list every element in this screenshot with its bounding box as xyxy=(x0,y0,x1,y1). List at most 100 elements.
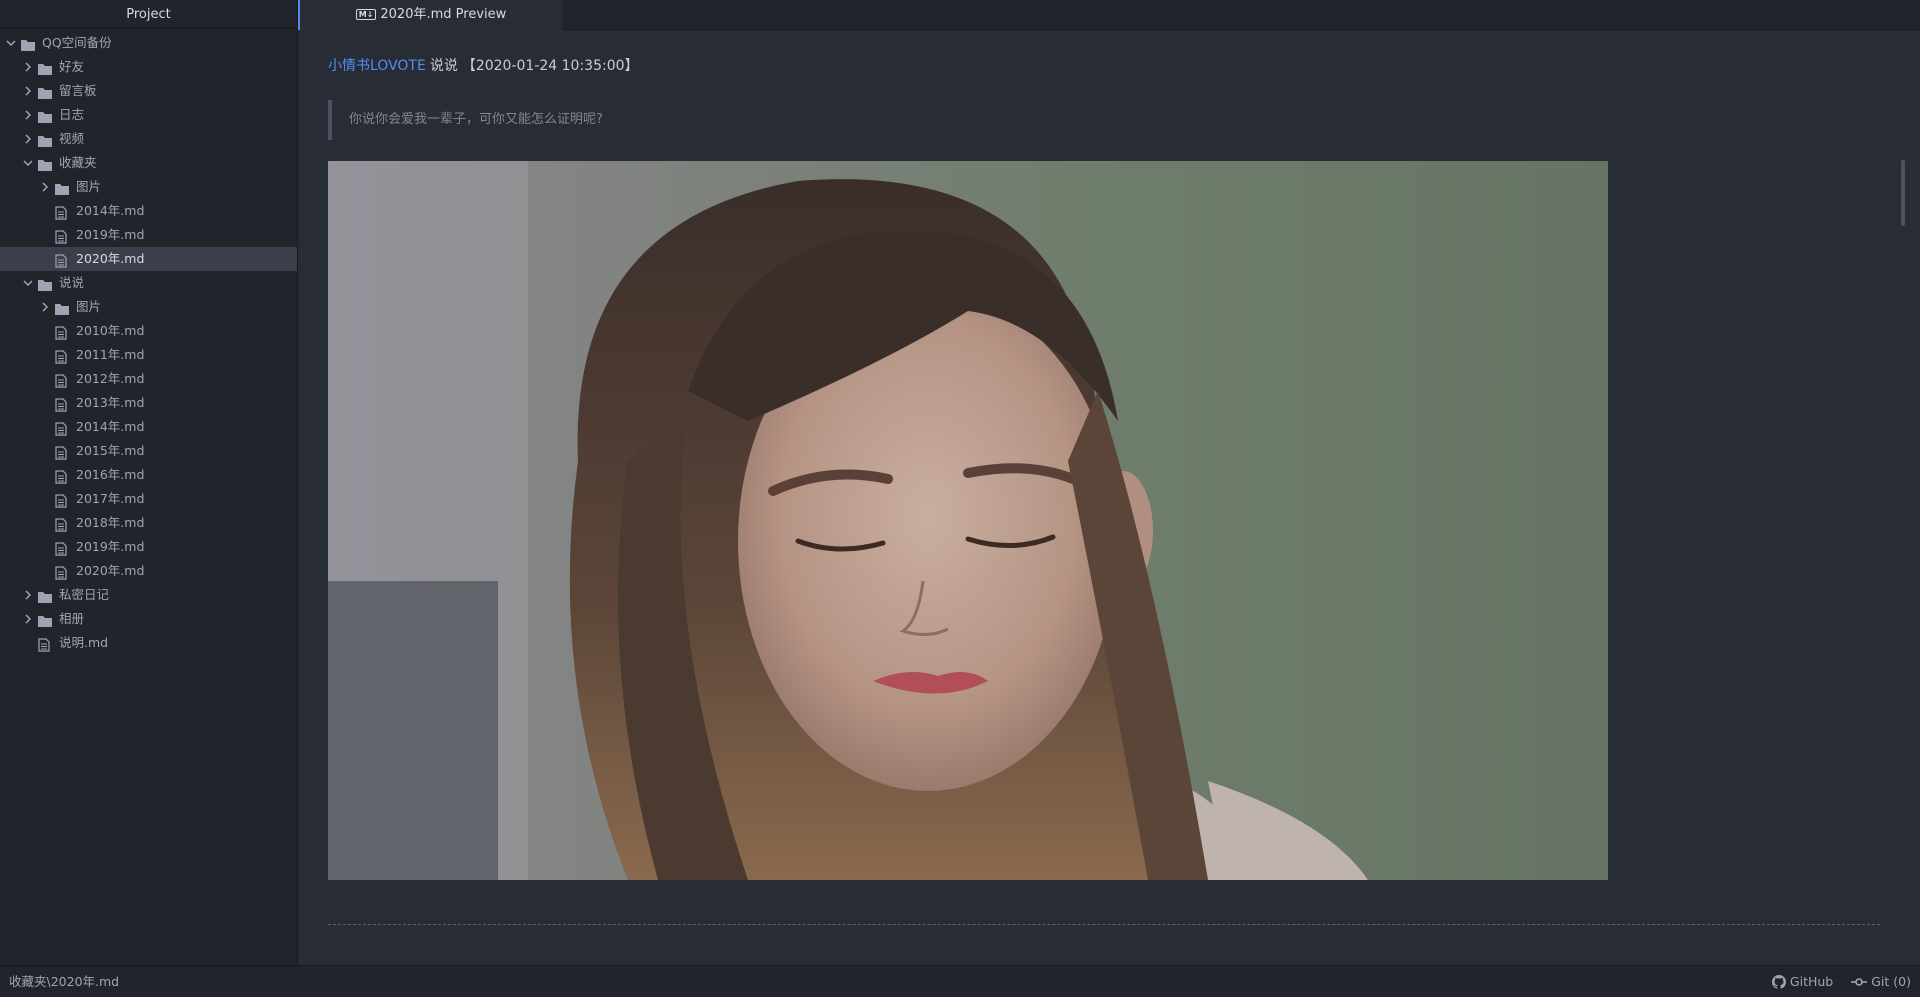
folder-icon xyxy=(20,36,36,51)
file-text-icon xyxy=(54,516,70,532)
file-text-icon xyxy=(54,444,70,460)
folder-icon xyxy=(54,300,70,315)
tree-item-label: 日志 xyxy=(59,107,85,122)
tree-item-label: 图片 xyxy=(76,299,102,314)
tree-item-label: 相册 xyxy=(59,611,85,626)
tree-item-label: 2014年.md xyxy=(76,419,145,434)
post-header: 小情书LOVOTE 说说 【2020-01-24 10:35:00】 xyxy=(328,55,639,75)
tab-preview[interactable]: M↓ 2020年.md Preview xyxy=(298,0,562,30)
file-tree: QQ空间备份好友留言板日志视频收藏夹图片 2014年.md 2019年.md 2020… xyxy=(0,29,297,655)
tree-item-label: 好友 xyxy=(59,59,85,74)
folder-icon xyxy=(37,84,53,99)
status-file-path[interactable]: 收藏夹\2020年.md xyxy=(9,966,119,997)
file-text-icon xyxy=(54,228,70,244)
tree-folder[interactable]: 相册 xyxy=(0,607,297,631)
chevron-right-icon[interactable] xyxy=(21,103,35,127)
post-timestamp: 【2020-01-24 10:35:00】 xyxy=(461,58,639,74)
chevron-right-icon[interactable] xyxy=(38,295,52,319)
tree-item-label: 2012年.md xyxy=(76,371,145,386)
tree-folder[interactable]: 图片 xyxy=(0,295,297,319)
tree-folder[interactable]: 私密日记 xyxy=(0,583,297,607)
tree-file[interactable]: 2018年.md xyxy=(0,511,297,535)
tree-item-label: 视频 xyxy=(59,131,85,146)
tree-file[interactable]: 2014年.md xyxy=(0,199,297,223)
status-bar: 收藏夹\2020年.md GitHub Git (0) xyxy=(0,965,1920,997)
file-text-icon xyxy=(54,540,70,556)
quote-text: 你说你会爱我一辈子，可你又能怎么证明呢? xyxy=(349,112,603,127)
tree-item-label: 2018年.md xyxy=(76,515,145,530)
tree-item-label: 留言板 xyxy=(59,83,97,98)
tree-item-label: 2019年.md xyxy=(76,227,145,242)
tree-file[interactable]: 2019年.md xyxy=(0,535,297,559)
tree-item-label: 说说 xyxy=(59,275,85,290)
chevron-right-icon[interactable] xyxy=(21,607,35,631)
folder-icon xyxy=(37,108,53,123)
tree-file[interactable]: 2012年.md xyxy=(0,367,297,391)
chevron-down-icon[interactable] xyxy=(21,271,35,295)
chevron-right-icon[interactable] xyxy=(21,79,35,103)
tree-item-label: 2020年.md xyxy=(76,563,145,578)
file-text-icon xyxy=(54,348,70,364)
tree-folder[interactable]: QQ空间备份 xyxy=(0,31,297,55)
chevron-right-icon[interactable] xyxy=(21,55,35,79)
tree-file[interactable]: 2014年.md xyxy=(0,415,297,439)
tree-item-label: 2011年.md xyxy=(76,347,145,362)
tree-file[interactable]: 2016年.md xyxy=(0,463,297,487)
file-text-icon xyxy=(54,204,70,220)
folder-icon xyxy=(37,60,53,75)
tree-file[interactable]: 2015年.md xyxy=(0,439,297,463)
chevron-down-icon[interactable] xyxy=(4,31,18,55)
git-button[interactable]: Git (0) xyxy=(1851,966,1911,997)
file-text-icon xyxy=(37,636,53,652)
tree-item-label: 2017年.md xyxy=(76,491,145,506)
tree-item-label: 私密日记 xyxy=(59,587,110,602)
folder-icon xyxy=(54,180,70,195)
tree-folder[interactable]: 好友 xyxy=(0,55,297,79)
github-icon xyxy=(1771,974,1786,989)
tree-file[interactable]: 2020年.md xyxy=(0,247,297,271)
tree-file[interactable]: 2017年.md xyxy=(0,487,297,511)
tree-folder[interactable]: 说说 xyxy=(0,271,297,295)
project-sidebar: Project QQ空间备份 好友 留言板 日志 视频 收藏夹 图片 2014年.md 2019… xyxy=(0,0,298,965)
tree-file[interactable]: 2010年.md xyxy=(0,319,297,343)
author-link[interactable]: 小情书LOVOTE xyxy=(328,58,426,74)
tree-item-label: 2019年.md xyxy=(76,539,145,554)
tab-title: 2020年.md Preview xyxy=(380,7,507,22)
git-commit-icon xyxy=(1851,977,1868,986)
tree-item-label: QQ空间备份 xyxy=(42,35,112,50)
vertical-scrollbar[interactable] xyxy=(1896,30,1908,965)
tree-item-label: 2014年.md xyxy=(76,203,145,218)
tree-file[interactable]: 2020年.md xyxy=(0,559,297,583)
tree-item-label: 2016年.md xyxy=(76,467,145,482)
tree-item-label: 说明.md xyxy=(59,635,109,650)
chevron-down-icon[interactable] xyxy=(21,151,35,175)
tree-file[interactable]: 2013年.md xyxy=(0,391,297,415)
chevron-right-icon[interactable] xyxy=(21,127,35,151)
folder-icon xyxy=(37,132,53,147)
tab-bar: M↓ 2020年.md Preview xyxy=(298,0,1920,30)
file-text-icon xyxy=(54,468,70,484)
horizontal-rule xyxy=(328,924,1880,925)
chevron-right-icon[interactable] xyxy=(38,175,52,199)
markdown-preview: 小情书LOVOTE 说说 【2020-01-24 10:35:00】 你说你会爱我一… xyxy=(298,30,1908,965)
file-text-icon xyxy=(54,324,70,340)
file-text-icon xyxy=(54,492,70,508)
tree-folder[interactable]: 收藏夹 xyxy=(0,151,297,175)
tree-file[interactable]: 说明.md xyxy=(0,631,297,655)
tree-item-label: 图片 xyxy=(76,179,102,194)
tree-folder[interactable]: 留言板 xyxy=(0,79,297,103)
tree-item-label: 2020年.md xyxy=(76,251,145,266)
file-text-icon xyxy=(54,252,70,268)
folder-icon xyxy=(37,156,53,171)
folder-icon xyxy=(37,276,53,291)
github-button[interactable]: GitHub xyxy=(1771,966,1833,997)
tree-folder[interactable]: 图片 xyxy=(0,175,297,199)
chevron-right-icon[interactable] xyxy=(21,583,35,607)
tree-file[interactable]: 2019年.md xyxy=(0,223,297,247)
scrollbar-thumb[interactable] xyxy=(1901,160,1905,226)
tree-item-label: 2013年.md xyxy=(76,395,145,410)
post-type: 说说 xyxy=(429,58,458,74)
tree-folder[interactable]: 视频 xyxy=(0,127,297,151)
tree-file[interactable]: 2011年.md xyxy=(0,343,297,367)
tree-folder[interactable]: 日志 xyxy=(0,103,297,127)
